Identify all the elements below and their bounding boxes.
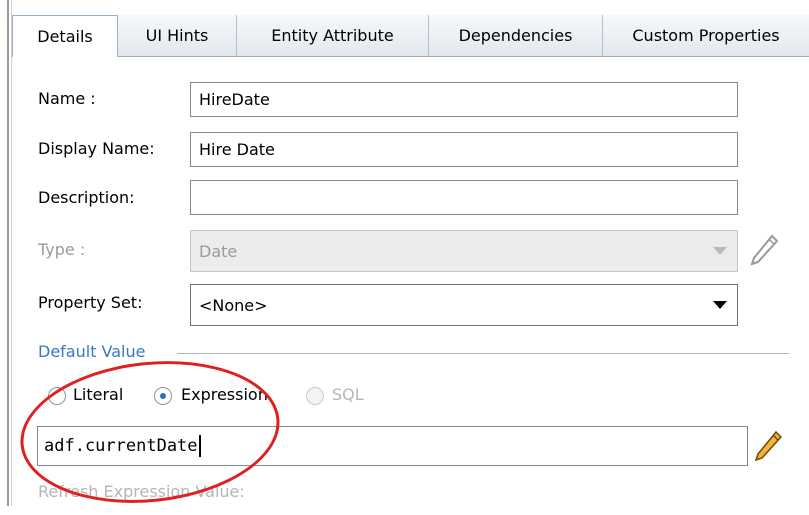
description-field[interactable] bbox=[190, 180, 738, 215]
description-label: Description: bbox=[38, 188, 135, 207]
property-set-value: <None> bbox=[199, 295, 268, 315]
literal-radio[interactable] bbox=[48, 387, 66, 405]
expression-value: adf.currentDate bbox=[44, 436, 198, 456]
tab-details[interactable]: Details bbox=[12, 15, 118, 57]
default-value-title: Default Value bbox=[38, 342, 146, 361]
name-field[interactable]: HireDate bbox=[190, 82, 738, 117]
chevron-down-icon bbox=[713, 247, 727, 255]
type-value: Date bbox=[199, 241, 238, 261]
type-label: Type : bbox=[38, 240, 86, 259]
panel-border bbox=[7, 0, 9, 506]
panel-border-inner bbox=[11, 0, 12, 506]
tab-entity-attribute[interactable]: Entity Attribute bbox=[237, 15, 429, 56]
property-set-select[interactable]: <None> bbox=[190, 284, 738, 326]
type-select: Date bbox=[190, 230, 738, 272]
tab-custom-properties[interactable]: Custom Properties bbox=[603, 15, 809, 56]
sql-radio bbox=[306, 387, 324, 405]
tab-dependencies[interactable]: Dependencies bbox=[429, 15, 603, 56]
display-name-label: Display Name: bbox=[38, 139, 155, 158]
sql-label: SQL bbox=[332, 385, 364, 404]
chevron-down-icon bbox=[713, 301, 727, 309]
expression-label: Expression bbox=[181, 385, 268, 404]
tab-bar: Details UI Hints Entity Attribute Depend… bbox=[12, 15, 809, 57]
expression-radio[interactable] bbox=[154, 387, 172, 405]
text-caret bbox=[198, 435, 201, 457]
pencil-edit-icon[interactable] bbox=[752, 428, 784, 464]
display-name-value: Hire Date bbox=[199, 140, 275, 159]
pencil-icon[interactable] bbox=[748, 232, 780, 268]
refresh-expression-label: Refresh Expression Value: bbox=[38, 482, 245, 501]
section-divider bbox=[177, 353, 789, 354]
name-value: HireDate bbox=[199, 90, 270, 109]
property-set-label: Property Set: bbox=[38, 293, 143, 312]
display-name-field[interactable]: Hire Date bbox=[190, 132, 738, 167]
name-label: Name : bbox=[38, 89, 96, 108]
tab-ui-hints[interactable]: UI Hints bbox=[118, 15, 237, 56]
literal-label: Literal bbox=[73, 385, 124, 404]
expression-input[interactable]: adf.currentDate bbox=[37, 426, 748, 466]
